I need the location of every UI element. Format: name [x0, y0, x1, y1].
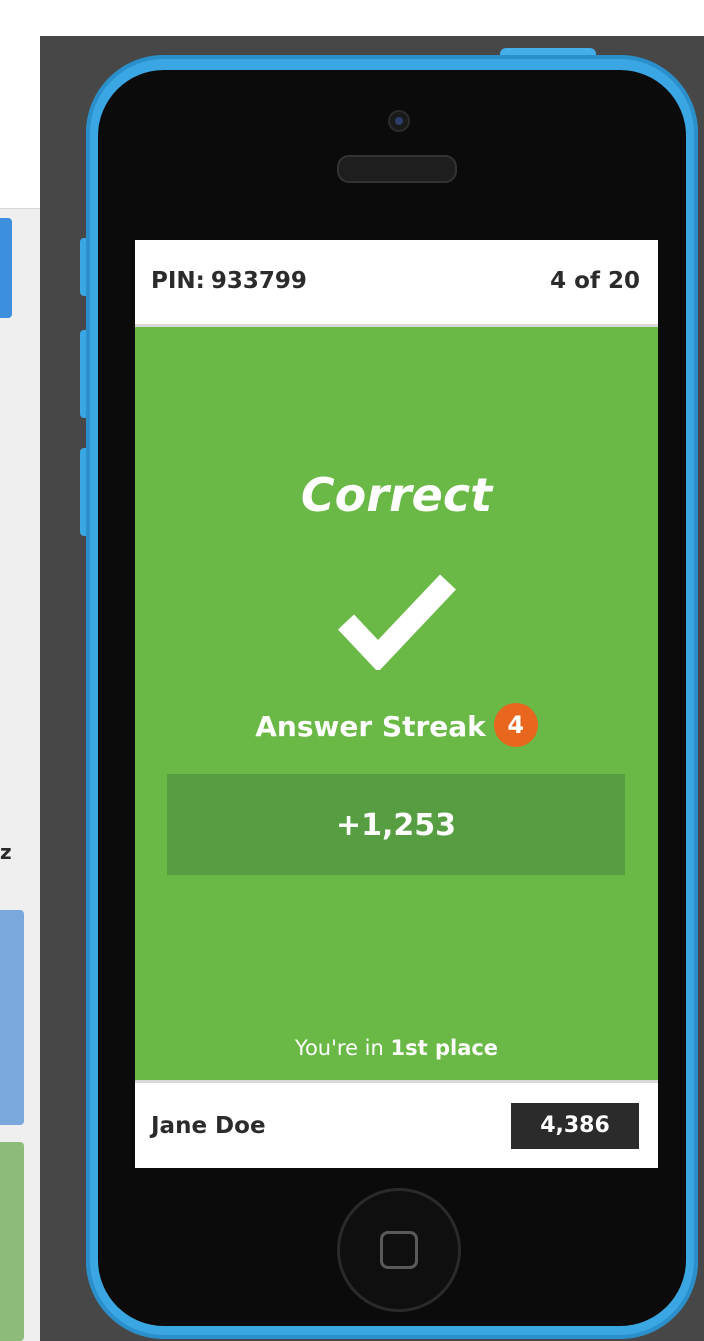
- home-square-icon: [380, 1231, 418, 1269]
- phone-screen: PIN: 933799 4 of 20 Correct Answer Streak…: [135, 240, 658, 1168]
- home-button[interactable]: [337, 1188, 461, 1312]
- question-counter: 4 of 20: [550, 268, 640, 294]
- player-name: Jane Doe: [151, 1113, 266, 1139]
- earpiece-speaker: [337, 155, 457, 183]
- streak-label: Answer Streak: [255, 710, 486, 743]
- game-header: PIN: 933799 4 of 20: [135, 240, 658, 327]
- pin-label: PIN:: [151, 268, 205, 294]
- background-green-card[interactable]: [0, 1142, 24, 1341]
- background-blue-button[interactable]: [0, 218, 12, 318]
- result-title: Correct: [300, 468, 493, 522]
- background-blue-card[interactable]: [0, 910, 24, 1125]
- total-score: 4,386: [511, 1103, 639, 1149]
- rank-prefix: You're in: [294, 1036, 384, 1060]
- rank-message: You're in 1st place: [135, 1036, 658, 1060]
- game-pin: PIN: 933799: [151, 268, 307, 294]
- player-footer: Jane Doe 4,386: [135, 1080, 658, 1168]
- background-truncated-label: z: [0, 840, 12, 864]
- points-earned-box: +1,253: [167, 774, 625, 875]
- checkmark-icon: [337, 574, 456, 670]
- pin-value: 933799: [210, 268, 307, 294]
- streak-count: 4: [507, 711, 525, 739]
- points-earned: +1,253: [335, 808, 457, 843]
- answer-streak: Answer Streak 4: [135, 703, 658, 750]
- background-app-panel: z: [0, 0, 40, 1341]
- streak-flame-icon: 4: [493, 703, 538, 747]
- rank-place: 1st place: [390, 1036, 499, 1060]
- front-camera-icon: [388, 110, 410, 132]
